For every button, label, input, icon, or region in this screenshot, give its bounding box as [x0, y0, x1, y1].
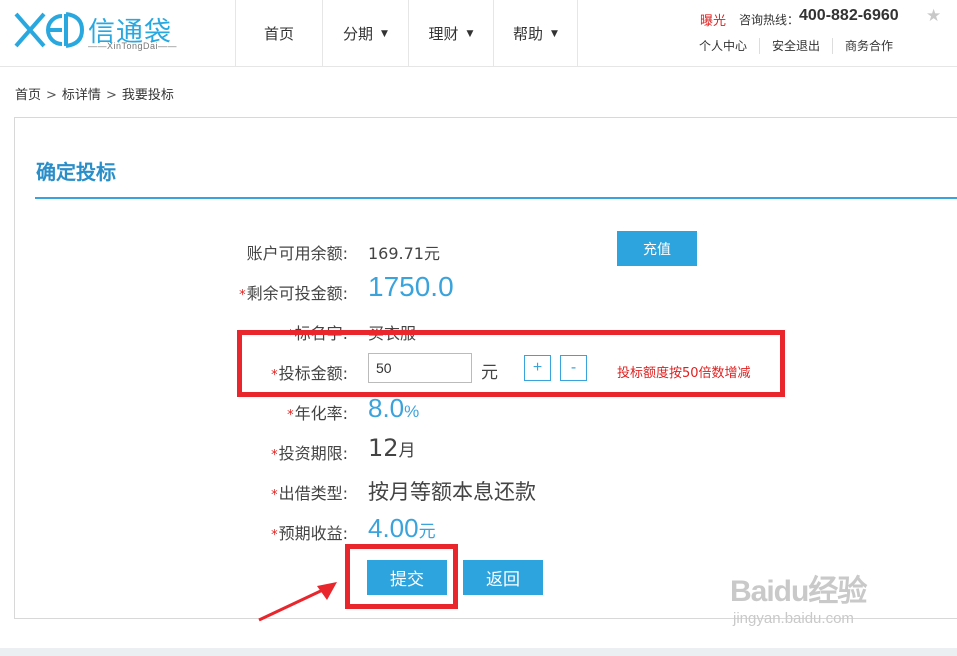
- star-icon[interactable]: ★: [926, 6, 941, 26]
- logout-link[interactable]: 安全退出: [759, 38, 832, 54]
- amount-row: *投标金额: 元 + - 投标额度按50倍数增减: [15, 353, 957, 385]
- caret-down-icon: ▼: [466, 28, 474, 39]
- user-center-link[interactable]: 个人中心: [687, 38, 759, 54]
- site-header: 信通袋 ——XinTongDai—— 首页 分期 ▼ 理财 ▼ 帮助 ▼ 曝光 咨询热…: [0, 0, 957, 67]
- repay-label-text: 出借类型:: [278, 484, 348, 503]
- nav-home-label: 首页: [263, 25, 294, 43]
- watermark-sub: jingyan.baidu.com: [733, 610, 854, 627]
- income-unit: 元: [418, 522, 436, 541]
- bid-panel: 确定投标 账户可用余额: 169.71元 充值 *剩余可投金额: 1750.0 …: [14, 117, 957, 619]
- amount-decrease-button[interactable]: -: [560, 355, 587, 381]
- repay-value: 按月等额本息还款: [368, 480, 536, 504]
- period-row: *投资期限: 12月: [15, 434, 957, 465]
- required-mark: *: [271, 368, 278, 383]
- site-logo[interactable]: 信通袋 ——XinTongDai——: [14, 8, 194, 54]
- name-value: 买衣服: [368, 324, 417, 343]
- nav-installment-label: 分期: [343, 25, 374, 43]
- submit-button[interactable]: 提交: [367, 560, 447, 595]
- watermark-main: Baidu经验: [730, 575, 867, 608]
- business-link[interactable]: 商务合作: [832, 38, 905, 54]
- amount-increase-button[interactable]: +: [524, 355, 551, 381]
- period-label-text: 投资期限:: [278, 444, 348, 463]
- nav-installment[interactable]: 分期 ▼: [322, 0, 408, 67]
- balance-row: 账户可用余额: 169.71元: [15, 235, 957, 265]
- arrow-icon: [258, 582, 337, 622]
- breadcrumb-detail[interactable]: 标详情: [62, 88, 101, 103]
- nav-help[interactable]: 帮助 ▼: [493, 0, 578, 67]
- breadcrumb-separator: >: [46, 88, 57, 103]
- required-mark: *: [239, 288, 246, 303]
- logo-mark-icon: [14, 12, 84, 48]
- required-mark: *: [271, 528, 278, 543]
- balance-value: 169.71元: [368, 244, 440, 263]
- remaining-row: *剩余可投金额: 1750.0: [15, 271, 957, 305]
- income-value: 4.00元: [368, 513, 436, 544]
- amount-label: *投标金额:: [271, 360, 348, 384]
- recharge-button[interactable]: 充值: [617, 231, 697, 266]
- rate-label-text: 年化率:: [294, 404, 348, 423]
- rate-number: 8.0: [368, 393, 405, 423]
- page-title: 确定投标: [36, 160, 116, 184]
- main-nav: 首页 分期 ▼ 理财 ▼ 帮助 ▼: [235, 0, 578, 67]
- required-mark: *: [287, 328, 294, 343]
- nav-help-label: 帮助: [513, 25, 544, 43]
- required-mark: *: [271, 448, 278, 463]
- name-label: *标名字:: [287, 320, 348, 344]
- period-number: 12: [368, 434, 399, 462]
- repay-row: *出借类型: 按月等额本息还款: [15, 475, 957, 505]
- amount-label-text: 投标金额:: [278, 364, 348, 383]
- period-label: *投资期限:: [271, 440, 348, 464]
- income-label-text: 预期收益:: [278, 524, 348, 543]
- income-row: *预期收益: 4.00元: [15, 513, 957, 545]
- hotline-number: 400-882-6960: [799, 7, 899, 24]
- caret-down-icon: ▼: [381, 28, 388, 39]
- rate-unit: %: [404, 402, 420, 421]
- hotline-label: 咨询热线：: [739, 13, 800, 27]
- footer-bar: [0, 648, 957, 656]
- required-mark: *: [271, 488, 278, 503]
- amount-unit: 元: [481, 363, 498, 383]
- breadcrumb-current: 我要投标: [121, 88, 174, 103]
- income-label: *预期收益:: [271, 520, 348, 544]
- watermark: Baidu经验 jingyan.baidu.com: [730, 566, 867, 627]
- remaining-label: *剩余可投金额:: [239, 280, 348, 304]
- caret-down-icon: ▼: [551, 28, 558, 39]
- amount-input[interactable]: [368, 353, 472, 383]
- nav-home[interactable]: 首页: [235, 0, 322, 67]
- breadcrumb-home[interactable]: 首页: [15, 88, 41, 103]
- name-label-text: 标名字:: [294, 324, 348, 343]
- rate-row: *年化率: 8.0%: [15, 393, 957, 425]
- income-number: 4.00: [368, 513, 419, 543]
- back-button[interactable]: 返回: [463, 560, 543, 595]
- period-value: 12月: [368, 434, 416, 462]
- required-mark: *: [287, 408, 294, 423]
- header-right: 曝光 咨询热线： 400-882-6960 ★ 个人中心 安全退出 商务合作: [687, 0, 957, 67]
- remaining-value: 1750.0: [368, 271, 454, 302]
- period-unit: 月: [398, 441, 416, 461]
- repay-label: *出借类型:: [271, 480, 348, 504]
- nav-finance-label: 理财: [428, 25, 459, 43]
- nav-finance[interactable]: 理财 ▼: [408, 0, 493, 67]
- exposure-link[interactable]: 曝光: [700, 10, 726, 29]
- balance-label: 账户可用余额:: [246, 244, 348, 263]
- rate-value: 8.0%: [368, 393, 419, 424]
- remaining-label-text: 剩余可投金额:: [246, 284, 348, 303]
- breadcrumb-separator: >: [105, 88, 117, 103]
- title-divider: [35, 197, 957, 199]
- name-row: *标名字: 买衣服: [15, 315, 957, 345]
- rate-label: *年化率:: [287, 400, 348, 424]
- amount-hint: 投标额度按50倍数增减: [617, 366, 751, 381]
- breadcrumb: 首页 > 标详情 > 我要投标: [15, 84, 174, 103]
- logo-subtitle: ——XinTongDai——: [88, 41, 178, 51]
- user-links: 个人中心 安全退出 商务合作: [687, 38, 905, 54]
